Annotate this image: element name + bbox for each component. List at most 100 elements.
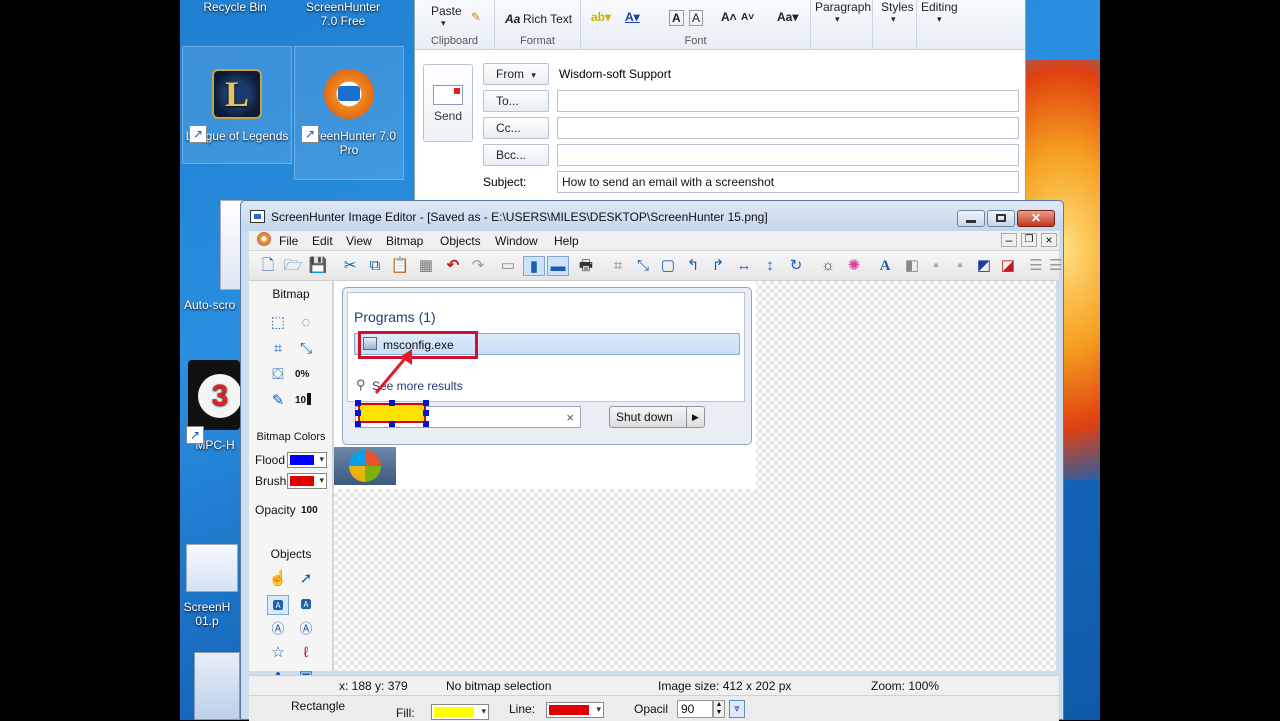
flip-vertical-icon[interactable]: ↕ [759, 256, 781, 276]
grow-font-icon[interactable]: A˄ [721, 10, 737, 24]
opacity-value[interactable]: 100 [301, 505, 318, 516]
ribbon-group-paragraph[interactable]: Paragraph ▾ [811, 0, 873, 50]
menu-window[interactable]: Window [495, 234, 538, 248]
new-file-icon[interactable]: 🗋 [257, 256, 279, 276]
shrink-font-icon[interactable]: A˅ [741, 12, 754, 23]
line-color-picker[interactable]: ▾ [546, 702, 604, 718]
desktop-icon-screenhunter-free[interactable]: ScreenHunter 7.0 Free [288, 0, 398, 28]
rotate-right-icon[interactable]: ↱ [707, 256, 729, 276]
capture-icon[interactable]: ▭ [497, 256, 519, 276]
brush-size-value[interactable]: 10 [295, 395, 306, 406]
app-menu-icon[interactable] [257, 232, 271, 246]
mdi-restore-button[interactable]: ❐ [1021, 233, 1037, 247]
subject-field[interactable]: How to send an email with a screenshot [557, 171, 1019, 193]
menu-file[interactable]: File [279, 234, 298, 248]
editing-button[interactable]: Editing [921, 0, 958, 14]
vertical-layout-icon[interactable]: ▮ [523, 256, 545, 276]
crop-icon[interactable]: ⌗ [607, 256, 629, 276]
copy-icon[interactable]: ⧉ [364, 256, 386, 276]
highlight-icon[interactable]: ab▾ [591, 10, 611, 24]
horizontal-layout-icon[interactable]: ▬ [547, 256, 569, 276]
desktop-icon-screenhunter-file[interactable]: ScreenH 01.p [180, 544, 240, 634]
fill-color-picker[interactable]: ▾ [431, 704, 489, 720]
star-tool-icon[interactable]: ☆ [267, 643, 289, 663]
minimize-button[interactable] [957, 210, 985, 227]
canvas-size-icon[interactable]: ▢ [657, 256, 679, 276]
rich-text-button[interactable]: Rich Text [523, 12, 572, 26]
ribbon-group-editing[interactable]: Editing ▾ [917, 0, 973, 50]
selection-handle[interactable] [389, 421, 395, 427]
to-field[interactable] [557, 90, 1019, 112]
selection-handle[interactable] [355, 410, 361, 416]
menu-edit[interactable]: Edit [312, 234, 333, 248]
font-color-icon[interactable]: A▾ [625, 10, 640, 24]
selection-handle[interactable] [355, 400, 361, 406]
menu-objects[interactable]: Objects [440, 234, 481, 248]
desktop-icon-auto-scroll[interactable]: Auto-scro [180, 200, 244, 320]
resize-tool-icon[interactable]: ⤡ [295, 339, 317, 359]
opacity-dropdown[interactable]: ⩔ [729, 700, 745, 718]
yellow-rectangle-object[interactable] [358, 403, 426, 423]
close-icon[interactable]: ✕ [1017, 210, 1055, 227]
selection-handle[interactable] [423, 410, 429, 416]
group-icon[interactable]: ◧ [901, 256, 923, 276]
rect-callout-tool-icon[interactable]: 🅰 [295, 595, 317, 615]
color-wheel-icon[interactable]: ✺ [843, 256, 865, 276]
opacity-input[interactable]: 90 [677, 700, 713, 718]
ungroup-icon[interactable]: ▪ [925, 256, 947, 276]
font-style-a-icon[interactable]: A [669, 10, 684, 26]
text-tool-icon[interactable]: A [874, 256, 896, 276]
rotate-icon[interactable]: ↻ [785, 256, 807, 276]
cc-field[interactable] [557, 117, 1019, 139]
align-right-icon[interactable]: ☰ [1049, 256, 1062, 276]
styles-button[interactable]: Styles [881, 0, 914, 14]
redo-icon[interactable]: ↷ [467, 256, 489, 276]
selection-handle[interactable] [355, 421, 361, 427]
mdi-minimize-button[interactable]: – [1001, 233, 1017, 247]
paragraph-button[interactable]: Paragraph [815, 0, 871, 14]
screenshot-image[interactable]: Programs (1) msconfig.exe ⚲ See more res… [334, 281, 756, 489]
rotate-left-icon[interactable]: ↰ [682, 256, 704, 276]
font-style-b-icon[interactable]: A [689, 10, 704, 26]
arrow-tool-icon[interactable]: ➚ [295, 569, 317, 589]
desktop-icon-league-of-legends[interactable]: L ↗ League of Legends [182, 46, 292, 164]
lasso-select-icon[interactable]: ◌ [295, 313, 317, 333]
menu-view[interactable]: View [346, 234, 372, 248]
cut-icon[interactable]: ✂ [339, 256, 361, 276]
undo-icon[interactable]: ↶ [442, 256, 464, 276]
paste-icon[interactable]: 📋 [389, 256, 411, 276]
menu-bitmap[interactable]: Bitmap [386, 234, 423, 248]
bring-front-icon[interactable]: ▪ [949, 256, 971, 276]
opacity-spinner[interactable]: ▲ ▼ [713, 700, 725, 718]
mdi-close-button[interactable]: × [1041, 233, 1057, 247]
send-back-icon[interactable]: ◩ [973, 256, 995, 276]
change-case-icon[interactable]: Aa▾ [777, 10, 798, 24]
cc-button[interactable]: Cc... [483, 117, 549, 139]
desktop-icon-mpc-hc[interactable]: 3 ↗ MPC-H [180, 360, 242, 470]
bcc-button[interactable]: Bcc... [483, 144, 549, 166]
desktop-icon-recycle-bin[interactable]: Recycle Bin [180, 0, 290, 14]
brightness-icon[interactable]: ☼ [817, 256, 839, 276]
ellipse-callout-tool-icon[interactable]: Ⓐ [295, 619, 317, 639]
ribbon-group-styles[interactable]: Styles ▾ [873, 0, 917, 50]
rect-select-icon[interactable]: ⬚ [267, 313, 289, 333]
maximize-button[interactable] [987, 210, 1015, 227]
freehand-tool-icon[interactable]: ℓ [295, 643, 317, 663]
desktop-icon-screenhunter-pro[interactable]: ↗ ScreenHunter 7.0 Pro [294, 46, 404, 180]
desktop-thumbnail-icon[interactable] [194, 652, 240, 720]
save-icon[interactable]: 💾 [307, 256, 329, 276]
selection-handle[interactable] [423, 421, 429, 427]
flood-fill-icon[interactable]: ⛋ [267, 365, 289, 385]
brush-color-picker[interactable]: ▾ [287, 473, 327, 489]
format-painter-icon[interactable]: ✎ [471, 10, 481, 24]
resize-icon[interactable]: ⤡ [632, 256, 654, 276]
align-left-icon[interactable]: ☰ [1025, 256, 1047, 276]
paste-button[interactable]: Paste [431, 4, 462, 18]
tolerance-value[interactable]: 0% [295, 369, 309, 380]
from-button[interactable]: From ▾ [483, 63, 549, 85]
flip-horizontal-icon[interactable]: ↔ [733, 256, 755, 276]
print-icon[interactable]: 🖶 [575, 256, 597, 276]
flood-color-picker[interactable]: ▾ [287, 452, 327, 468]
image-canvas[interactable]: Programs (1) msconfig.exe ⚲ See more res… [334, 281, 1056, 671]
bcc-field[interactable] [557, 144, 1019, 166]
